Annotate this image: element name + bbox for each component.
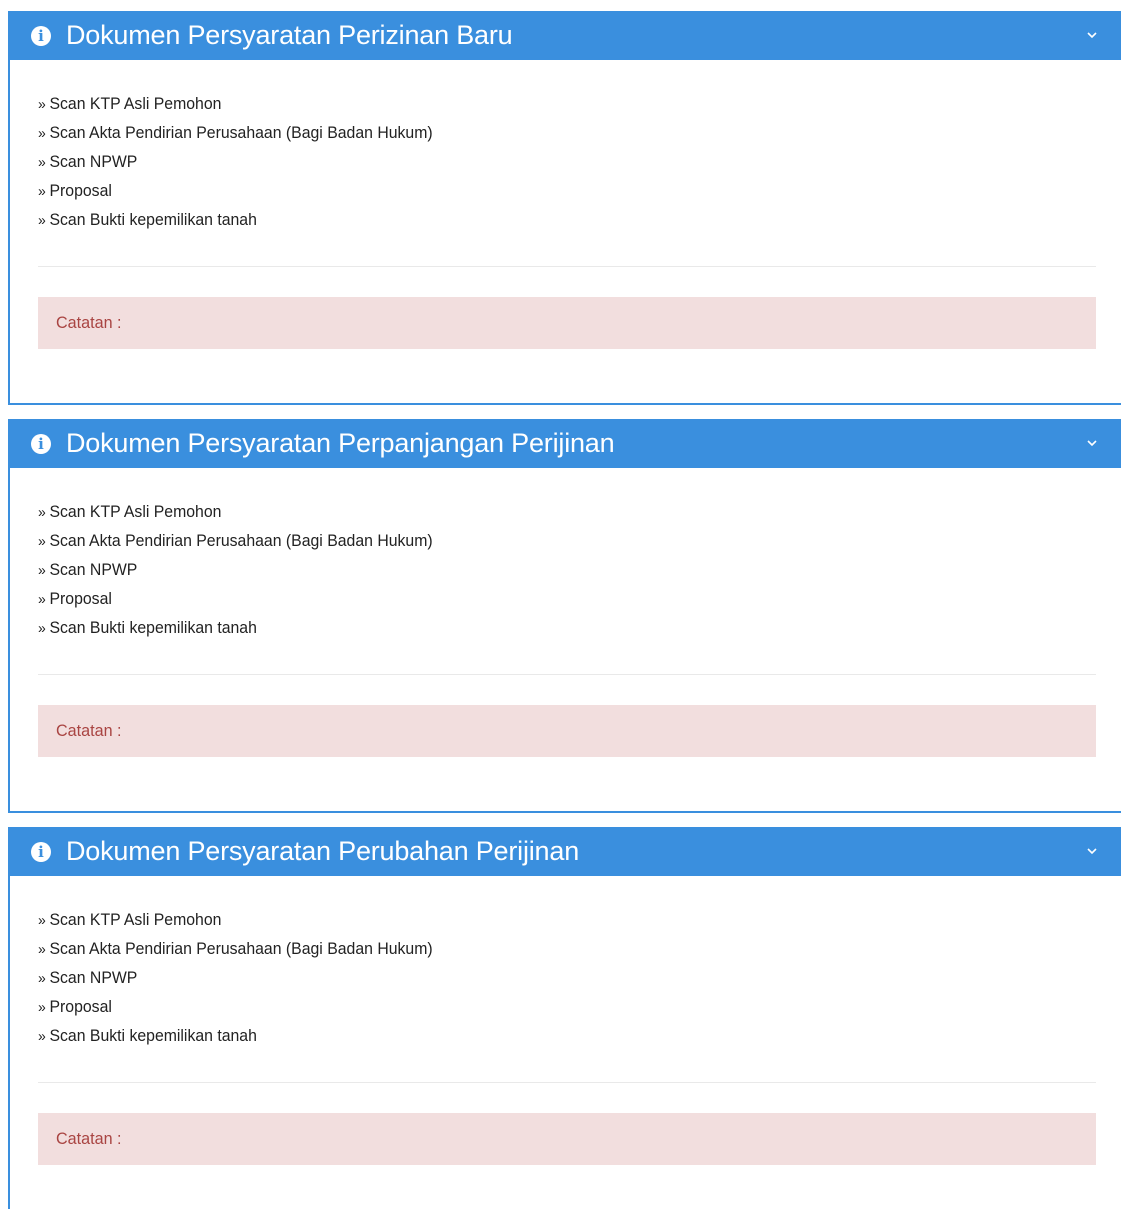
list-item: » Scan KTP Asli Pemohon [38,502,222,521]
note-box: Catatan : [38,705,1096,757]
requirements-list: » Scan KTP Asli Pemohon » Scan Akta Pendir… [38,499,1121,644]
divider [38,674,1096,675]
list-item: » Scan Akta Pendirian Perusahaan (Bagi Ba… [38,123,433,142]
note-box: Catatan : [38,297,1096,349]
chevron-down-icon[interactable] [1085,436,1099,450]
list-item: » Proposal [38,181,112,200]
info-circle-icon: i [31,433,51,454]
panel-perpanjangan-perijinan: i Dokumen Persyaratan Perpanjangan Perij… [8,419,1121,813]
note-label: Catatan : [56,721,122,740]
panel-body: » Scan KTP Asli Pemohon » Scan Akta Pendir… [10,876,1121,1165]
panel-header[interactable]: i Dokumen Persyaratan Perubahan Perijina… [10,827,1121,876]
info-circle-icon: i [31,841,51,862]
panel-title: Dokumen Persyaratan Perpanjangan Perijin… [66,428,615,458]
panel-perubahan-perijinan: i Dokumen Persyaratan Perubahan Perijina… [8,827,1121,1209]
panel-header[interactable]: i Dokumen Persyaratan Perpanjangan Perij… [10,419,1121,468]
requirements-list: » Scan KTP Asli Pemohon » Scan Akta Pendir… [38,91,1121,236]
panel-perizinan-baru: i Dokumen Persyaratan Perizinan Baru » Sc… [8,11,1121,405]
list-item: » Scan Bukti kepemilikan tanah [38,618,257,637]
panel-body: » Scan KTP Asli Pemohon » Scan Akta Pendir… [10,60,1121,349]
requirements-list: » Scan KTP Asli Pemohon » Scan Akta Pendir… [38,907,1121,1052]
divider [38,266,1096,267]
panel-title: Dokumen Persyaratan Perubahan Perijinan [66,836,580,866]
list-item: » Scan Bukti kepemilikan tanah [38,210,257,229]
chevron-down-icon[interactable] [1085,844,1099,858]
list-item: » Scan NPWP [38,968,138,987]
list-item: » Proposal [38,997,112,1016]
list-item: » Scan Bukti kepemilikan tanah [38,1026,257,1045]
note-label: Catatan : [56,313,122,332]
list-item: » Scan Akta Pendirian Perusahaan (Bagi Ba… [38,531,433,550]
panel-body: » Scan KTP Asli Pemohon » Scan Akta Pendir… [10,468,1121,757]
list-item: » Scan NPWP [38,152,138,171]
note-box: Catatan : [38,1113,1096,1165]
panel-title: Dokumen Persyaratan Perizinan Baru [66,20,513,50]
info-circle-icon: i [31,25,51,46]
chevron-down-icon[interactable] [1085,28,1099,42]
list-item: » Scan KTP Asli Pemohon [38,94,222,113]
note-label: Catatan : [56,1129,122,1148]
list-item: » Scan NPWP [38,560,138,579]
list-item: » Scan Akta Pendirian Perusahaan (Bagi Ba… [38,939,433,958]
panel-header[interactable]: i Dokumen Persyaratan Perizinan Baru [10,11,1121,60]
list-item: » Scan KTP Asli Pemohon [38,910,222,929]
divider [38,1082,1096,1083]
list-item: » Proposal [38,589,112,608]
